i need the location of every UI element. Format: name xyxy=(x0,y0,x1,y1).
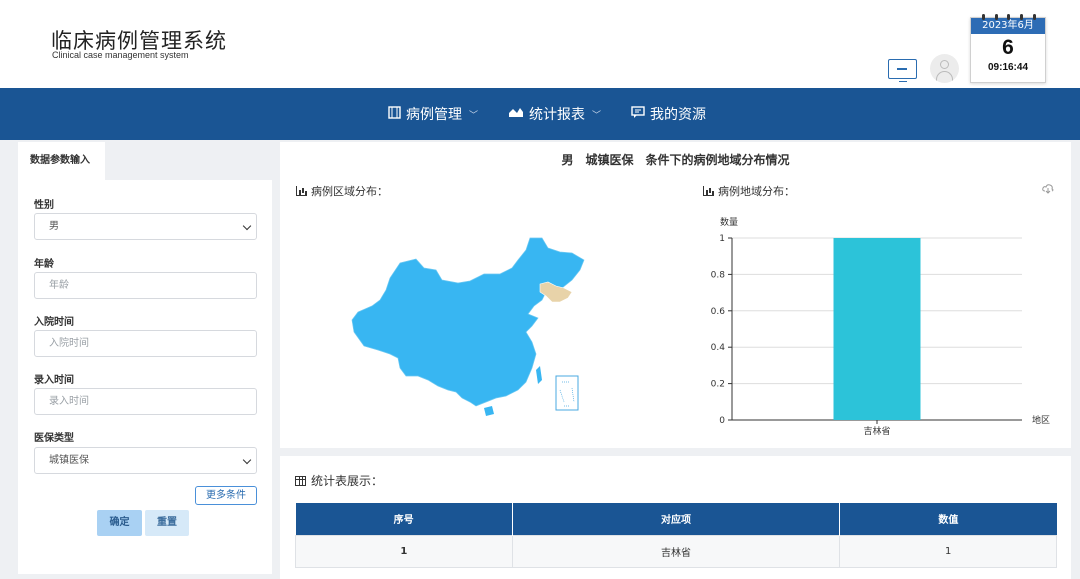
y-tick-label: 0.6 xyxy=(711,307,726,317)
entry-time-label: 录入时间 xyxy=(34,375,74,386)
bar-title-text: 病例地域分布： xyxy=(718,185,795,198)
y-tick-label: 0.4 xyxy=(711,343,726,353)
area-chart-icon xyxy=(508,106,524,122)
table-icon xyxy=(295,475,306,486)
cloud-download-icon[interactable] xyxy=(1042,184,1054,194)
main-nav: 病例管理 ﹀ 统计报表 ﹀ 我的资源 xyxy=(0,88,1080,140)
chevron-down-icon xyxy=(242,455,252,465)
map-section-title: 病例区域分布： xyxy=(296,183,388,199)
stats-table: 序号 对应项 数值 1 吉林省 1 xyxy=(295,503,1057,568)
bar-section-title: 病例地域分布： xyxy=(703,183,795,199)
insurance-label: 医保类型 xyxy=(34,433,74,444)
table-header-index[interactable]: 序号 xyxy=(295,503,513,535)
south-china-sea-inset xyxy=(555,375,579,411)
nav-label: 我的资源 xyxy=(650,107,707,123)
parameter-panel: 数据参数输入 性别 男 年龄 年龄 入院时间 入院时间 录入时间 录入时间 医保… xyxy=(18,142,272,574)
calendar-day: 6 xyxy=(1002,36,1014,59)
bar[interactable] xyxy=(833,238,921,420)
y-axis-label: 数量 xyxy=(720,216,738,228)
monitor-icon[interactable] xyxy=(888,59,917,79)
cell-value: 1 xyxy=(839,534,1057,568)
insurance-select[interactable]: 城镇医保 xyxy=(34,447,257,474)
user-avatar-icon[interactable] xyxy=(930,54,959,83)
gender-select[interactable]: 男 xyxy=(34,213,257,240)
table-section-title: 统计表展示： xyxy=(295,472,383,489)
china-map[interactable] xyxy=(350,230,590,425)
more-conditions-button[interactable]: 更多条件 xyxy=(195,486,257,505)
y-tick-label: 0 xyxy=(719,416,725,426)
nav-label: 病例管理 xyxy=(406,107,462,123)
table-panel: 统计表展示： 序号 对应项 数值 1 吉林省 1 xyxy=(280,456,1071,579)
calendar-time: 09:16:44 xyxy=(987,62,1029,73)
tab-data-input[interactable]: 数据参数输入 xyxy=(18,142,105,180)
chevron-down-icon xyxy=(242,221,252,231)
admit-time-label: 入院时间 xyxy=(34,317,74,328)
calendar-widget: 2023年6月 6 09:16:44 xyxy=(970,14,1046,83)
cell-index: 1 xyxy=(295,534,513,568)
calendar-month: 2023年6月 xyxy=(971,18,1045,34)
map-region-hainan xyxy=(484,406,494,416)
panel-title: 男 城镇医保 条件下的病例地域分布情况 xyxy=(561,153,790,167)
map-region-china xyxy=(351,237,585,407)
table-row[interactable]: 1 吉林省 1 xyxy=(295,534,1057,568)
nav-case-management[interactable]: 病例管理 ﹀ xyxy=(388,104,478,124)
distribution-panel: 男 城镇医保 条件下的病例地域分布情况 病例区域分布： 病例地域分布： 数量 0… xyxy=(280,142,1071,448)
reset-button[interactable]: 重置 xyxy=(145,510,189,536)
confirm-button[interactable]: 确定 xyxy=(97,510,142,536)
nav-label: 统计报表 xyxy=(529,107,586,123)
header: 临床病例管理系统 Clinical case management system… xyxy=(0,0,1080,88)
gender-label: 性别 xyxy=(34,200,54,211)
y-tick-label: 0.2 xyxy=(711,380,725,390)
map-region-taiwan xyxy=(536,366,542,384)
chevron-down-icon: ﹀ xyxy=(469,110,479,121)
bar-chart-icon xyxy=(703,186,714,196)
film-icon xyxy=(388,105,401,123)
tab-strip: 数据参数输入 xyxy=(18,142,272,180)
admit-time-input[interactable]: 入院时间 xyxy=(34,330,257,357)
region-bar-chart: 数量 0 0.2 0.4 0.6 0.8 1 吉林省 地区 xyxy=(711,216,1050,437)
table-header-item[interactable]: 对应项 xyxy=(512,503,841,535)
comment-icon xyxy=(631,105,645,123)
age-input[interactable]: 年龄 xyxy=(34,272,257,299)
bar-chart-icon xyxy=(296,186,307,196)
bar-group xyxy=(833,238,921,420)
entry-time-input[interactable]: 录入时间 xyxy=(34,388,257,415)
gender-value: 男 xyxy=(49,221,59,232)
y-tick-label: 0.8 xyxy=(711,270,726,280)
x-tick-label: 吉林省 xyxy=(863,425,890,437)
table-header-value[interactable]: 数值 xyxy=(839,503,1057,535)
table-title-text: 统计表展示： xyxy=(311,474,384,488)
y-tick-label: 1 xyxy=(719,234,725,244)
nav-statistics[interactable]: 统计报表 ﹀ xyxy=(508,104,601,124)
cell-item: 吉林省 xyxy=(511,534,841,568)
app-subtitle: Clinical case management system xyxy=(52,50,189,60)
insurance-value: 城镇医保 xyxy=(49,455,89,466)
nav-my-resources[interactable]: 我的资源 xyxy=(631,104,706,124)
monitor-stand xyxy=(899,79,907,82)
map-title-text: 病例区域分布： xyxy=(311,185,388,198)
chevron-down-icon: ﹀ xyxy=(592,110,602,121)
age-label: 年龄 xyxy=(34,259,54,270)
x-axis-label: 地区 xyxy=(1032,414,1050,426)
